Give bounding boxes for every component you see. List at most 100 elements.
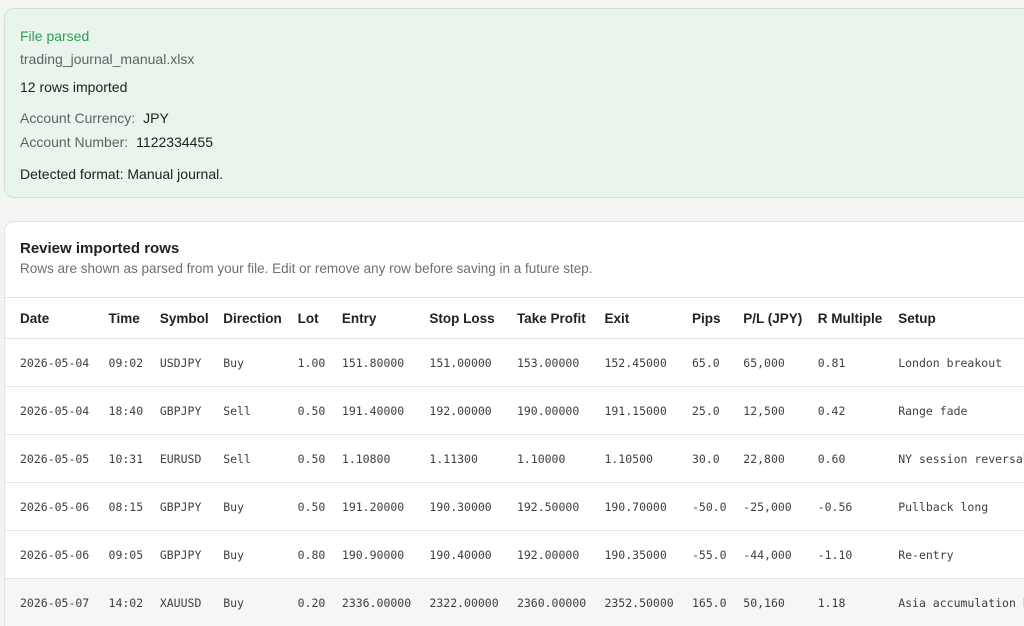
cell-direction: Sell [223,403,251,418]
cell-stop-loss: 190.40000 [429,547,492,562]
column-header-date: Date [20,310,50,326]
cell-direction: Buy [223,547,244,562]
cell-time: 18:40 [108,403,144,418]
cell-time: 09:02 [108,355,144,370]
cell-pips: -55.0 [691,547,727,562]
column-header-setup: Setup [898,310,936,326]
table-row[interactable]: 2026-05-04 18:40 GBPJPY Sell 0.50 191.40000 19… [5,387,1024,435]
cell-symbol: GBPJPY [159,403,202,418]
cell-direction: Buy [223,595,244,610]
cell-time: 08:15 [108,499,144,514]
cell-entry: 2336.00000 [341,595,412,610]
cell-time: 10:31 [108,451,144,466]
column-header-lot: Lot [297,310,319,326]
cell-pips: 25.0 [691,403,720,418]
column-header-exit: Exit [604,310,630,326]
account-currency-value: JPY [143,110,169,126]
review-title: Review imported rows [20,240,180,257]
cell-date: 2026-05-05 [20,451,90,466]
cell-entry: 190.90000 [341,547,405,562]
rows-imported-count: 12 rows imported [20,79,128,95]
cell-r-multiple: 0.42 [817,403,846,418]
column-header-stop-loss: Stop Loss [429,310,495,326]
cell-symbol: XAUUSD [159,595,202,610]
parse-status: File parsed [20,28,90,44]
cell-r-multiple: 0.60 [817,451,846,466]
cell-symbol: GBPJPY [159,547,202,562]
cell-stop-loss: 2322.00000 [429,595,499,610]
account-currency: Account Currency: JPY [20,110,169,126]
table-row[interactable]: 2026-05-05 10:31 EURUSD Sell 0.50 1.10800 1.11… [5,435,1024,483]
column-header-r-multiple: R Multiple [817,310,883,326]
cell-time: 14:02 [108,595,144,610]
cell-pl: 65,000 [743,355,785,370]
cell-take-profit: 190.00000 [516,403,580,418]
cell-pl: 22,800 [743,451,785,466]
cell-time: 09:05 [108,547,144,562]
cell-stop-loss: 190.30000 [429,499,492,514]
account-number: Account Number: 1122334455 [20,134,213,150]
cell-entry: 191.20000 [341,499,405,514]
cell-lot: 0.50 [297,451,326,466]
cell-lot: 0.20 [297,595,326,610]
cell-setup: Range fade [898,403,968,418]
cell-pl: 12,500 [743,403,785,418]
detected-format: Detected format: Manual journal. [20,166,224,182]
cell-lot: 1.00 [297,355,326,370]
cell-pl: 50,160 [743,595,785,610]
column-header-take-profit: Take Profit [516,310,586,326]
cell-pips: 30.0 [691,451,720,466]
review-rows-card: Review imported rows Rows are shown as p… [4,221,1024,626]
account-number-value: 1122334455 [136,134,213,150]
cell-symbol: USDJPY [159,355,202,370]
cell-direction: Sell [223,451,251,466]
cell-pips: -50.0 [691,499,727,514]
cell-exit: 190.35000 [604,547,667,562]
column-header-entry: Entry [341,310,377,326]
cell-exit: 1.10500 [604,451,653,466]
cell-entry: 1.10800 [341,451,391,466]
cell-symbol: EURUSD [159,451,202,466]
cell-take-profit: 192.50000 [516,499,580,514]
cell-exit: 152.45000 [604,355,667,370]
cell-symbol: GBPJPY [159,499,202,514]
cell-r-multiple: -0.56 [817,499,853,514]
table-body: 2026-05-04 09:02 USDJPY Buy 1.00 151.80000 151… [5,339,1024,626]
cell-take-profit: 153.00000 [516,355,580,370]
column-header-pips: Pips [691,310,721,326]
cell-entry: 191.40000 [341,403,405,418]
account-number-label: Account Number: [20,134,129,150]
cell-exit: 2352.50000 [604,595,674,610]
cell-stop-loss: 151.00000 [429,355,492,370]
cell-lot: 0.50 [297,403,326,418]
account-currency-label: Account Currency: [20,110,136,126]
cell-pl: -44,000 [743,547,792,562]
cell-pips: 165.0 [691,595,727,610]
import-page: File parsed trading_journal_manual.xlsx … [0,0,1024,626]
cell-setup: Asia accumulation b [898,595,1024,610]
table-row[interactable]: 2026-05-06 08:15 GBPJPY Buy 0.50 191.20000 190… [5,483,1024,531]
cell-setup: Re-entry [898,547,954,562]
cell-setup: NY session reversal [898,451,1024,466]
table-row[interactable]: 2026-05-06 09:05 GBPJPY Buy 0.80 190.90000 190… [5,531,1024,579]
cell-setup: Pullback long [898,499,989,514]
cell-date: 2026-05-04 [20,355,90,370]
cell-pips: 65.0 [691,355,720,370]
column-header-time: Time [108,310,140,326]
cell-lot: 0.50 [297,499,326,514]
column-header-pl: P/L (JPY) [743,310,803,326]
table-row[interactable]: 2026-05-07 14:02 XAUUSD Buy 0.20 2336.00000 23… [5,578,1024,626]
cell-date: 2026-05-06 [20,499,90,514]
cell-exit: 191.15000 [604,403,667,418]
imported-rows-table: Date Time Symbol Direction Lot Entry Stop Loss… [5,297,1024,626]
column-header-direction: Direction [223,310,282,326]
cell-date: 2026-05-04 [20,403,90,418]
cell-r-multiple: -1.10 [817,547,853,562]
review-subtitle: Rows are shown as parsed from your file.… [20,261,593,276]
file-name: trading_journal_manual.xlsx [20,51,195,67]
cell-date: 2026-05-07 [20,595,90,610]
cell-r-multiple: 0.81 [817,355,846,370]
imported-rows-table-container[interactable]: Date Time Symbol Direction Lot Entry Stop Loss… [5,297,1024,626]
table-row[interactable]: 2026-05-04 09:02 USDJPY Buy 1.00 151.80000 151… [5,339,1024,387]
cell-stop-loss: 192.00000 [429,403,492,418]
